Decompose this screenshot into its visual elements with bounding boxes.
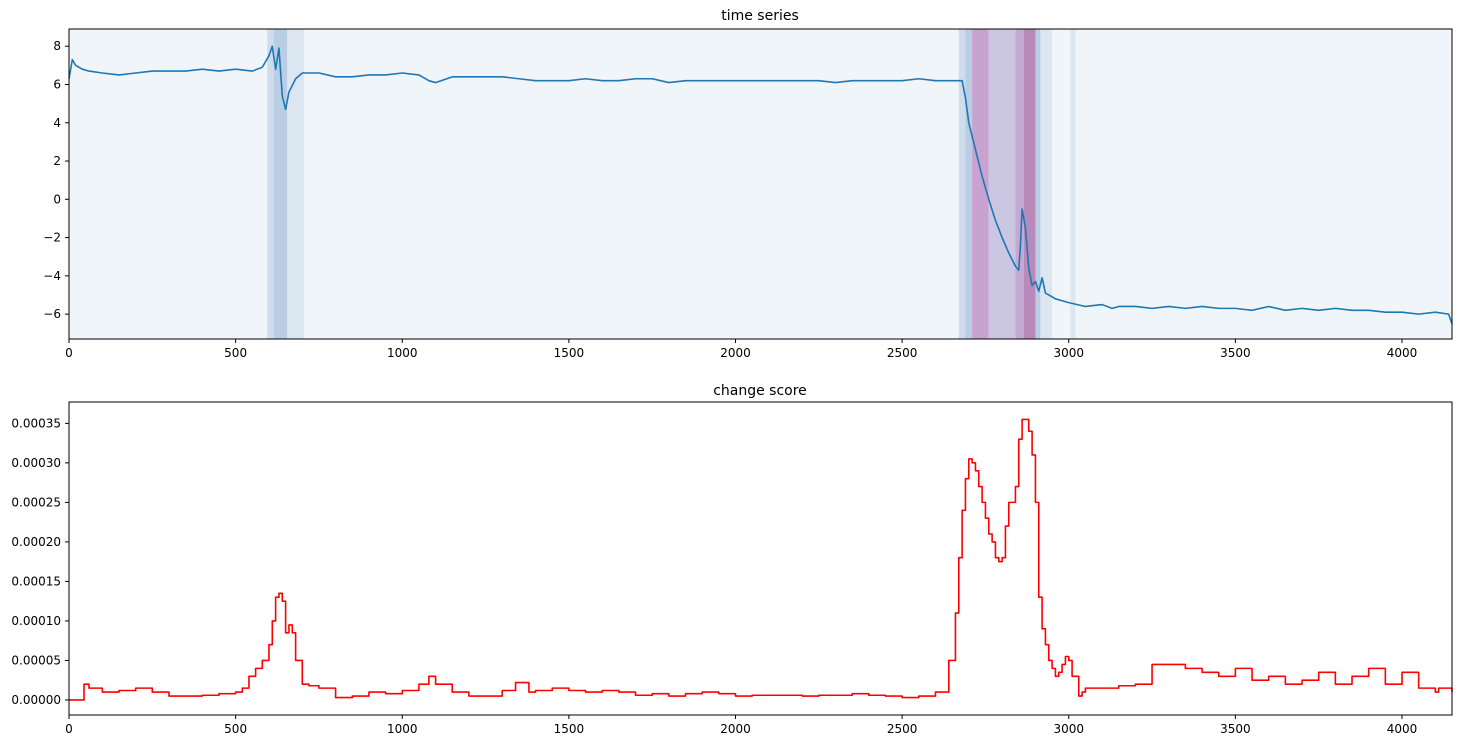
time-series-shaded-region-5 <box>972 29 989 339</box>
change-score-x-tick-label: 500 <box>224 722 247 736</box>
change-score-x-tick-label: 3000 <box>1053 722 1084 736</box>
time-series-shaded-region-6 <box>988 29 1016 339</box>
change-score-title: change score <box>713 383 807 399</box>
change-score-x-tick-label: 2500 <box>887 722 918 736</box>
change-score-panel: 0 500 1000 1500 2000 2500 3000 3500 4000 0.00000… <box>11 383 1453 736</box>
time-series-shaded-region-10 <box>1040 29 1053 339</box>
time-series-shaded-region-8 <box>1023 29 1036 339</box>
time-series-y-tick-label: 2 <box>53 154 61 168</box>
change-score-x-tick-label: 1500 <box>554 722 585 736</box>
time-series-x-tick-label: 500 <box>224 346 247 360</box>
time-series-y-tick-label: 8 <box>53 39 61 53</box>
change-score-x-tick-label: 3500 <box>1220 722 1251 736</box>
time-series-x-ticks: 0 500 1000 1500 2000 2500 3000 3500 4000 <box>65 339 1417 360</box>
time-series-y-tick-label: −4 <box>43 269 61 283</box>
change-score-y-tick-label: 0.00035 <box>11 416 61 430</box>
time-series-panel: 0 500 1000 1500 2000 2500 3000 3500 4000 −6 −4 −2 0… <box>43 8 1453 360</box>
time-series-shaded-region-3 <box>958 29 966 339</box>
time-series-x-tick-label: 3000 <box>1053 346 1084 360</box>
change-score-x-ticks: 0 500 1000 1500 2000 2500 3000 3500 4000 <box>65 715 1417 736</box>
change-score-y-tick-label: 0.00010 <box>11 614 61 628</box>
time-series-shaded-region-0 <box>267 29 274 339</box>
change-score-x-tick-label: 4000 <box>1387 722 1418 736</box>
time-series-y-tick-label: 4 <box>53 116 61 130</box>
time-series-x-tick-label: 1500 <box>554 346 585 360</box>
change-score-y-tick-label: 0.00000 <box>11 693 61 707</box>
change-score-y-tick-label: 0.00005 <box>11 653 61 667</box>
change-score-y-tick-label: 0.00030 <box>11 456 61 470</box>
time-series-x-tick-label: 3500 <box>1220 346 1251 360</box>
time-series-shaded-region-7 <box>1015 29 1024 339</box>
time-series-x-tick-label: 4000 <box>1387 346 1418 360</box>
figure: 0 500 1000 1500 2000 2500 3000 3500 4000 −6−4−20… <box>11 8 1453 736</box>
change-score-y-tick-label: 0.00020 <box>11 535 61 549</box>
time-series-x-tick-label: 2000 <box>720 346 751 360</box>
time-series-x-tick-label: 0 <box>65 346 73 360</box>
time-series-y-tick-label: −6 <box>43 307 61 321</box>
time-series-shaded-region-11 <box>1070 29 1076 339</box>
time-series-x-tick-label: 1000 <box>387 346 418 360</box>
change-score-x-tick-label: 1000 <box>387 722 418 736</box>
time-series-shaded-region-2 <box>287 29 304 339</box>
change-score-y-tick-label: 0.00015 <box>11 574 61 588</box>
time-series-shaded-region-9 <box>1035 29 1041 339</box>
time-series-y-tick-label: 0 <box>53 192 61 206</box>
time-series-y-ticks: −6 −4 −2 0 2 4 6 8 <box>43 39 69 321</box>
time-series-x-tick-label: 2500 <box>887 346 918 360</box>
change-score-y-tick-label: 0.00025 <box>11 495 61 509</box>
time-series-title: time series <box>721 8 799 24</box>
time-series-y-tick-label: 6 <box>53 77 61 91</box>
time-series-y-tick-label: −2 <box>43 231 61 245</box>
change-score-x-tick-label: 0 <box>65 722 73 736</box>
change-score-x-tick-label: 2000 <box>720 722 751 736</box>
change-score-y-ticks: 0.00000 0.00005 0.00010 0.00015 0.00020 0.000… <box>11 416 69 707</box>
time-series-shaded-region-4 <box>965 29 973 339</box>
